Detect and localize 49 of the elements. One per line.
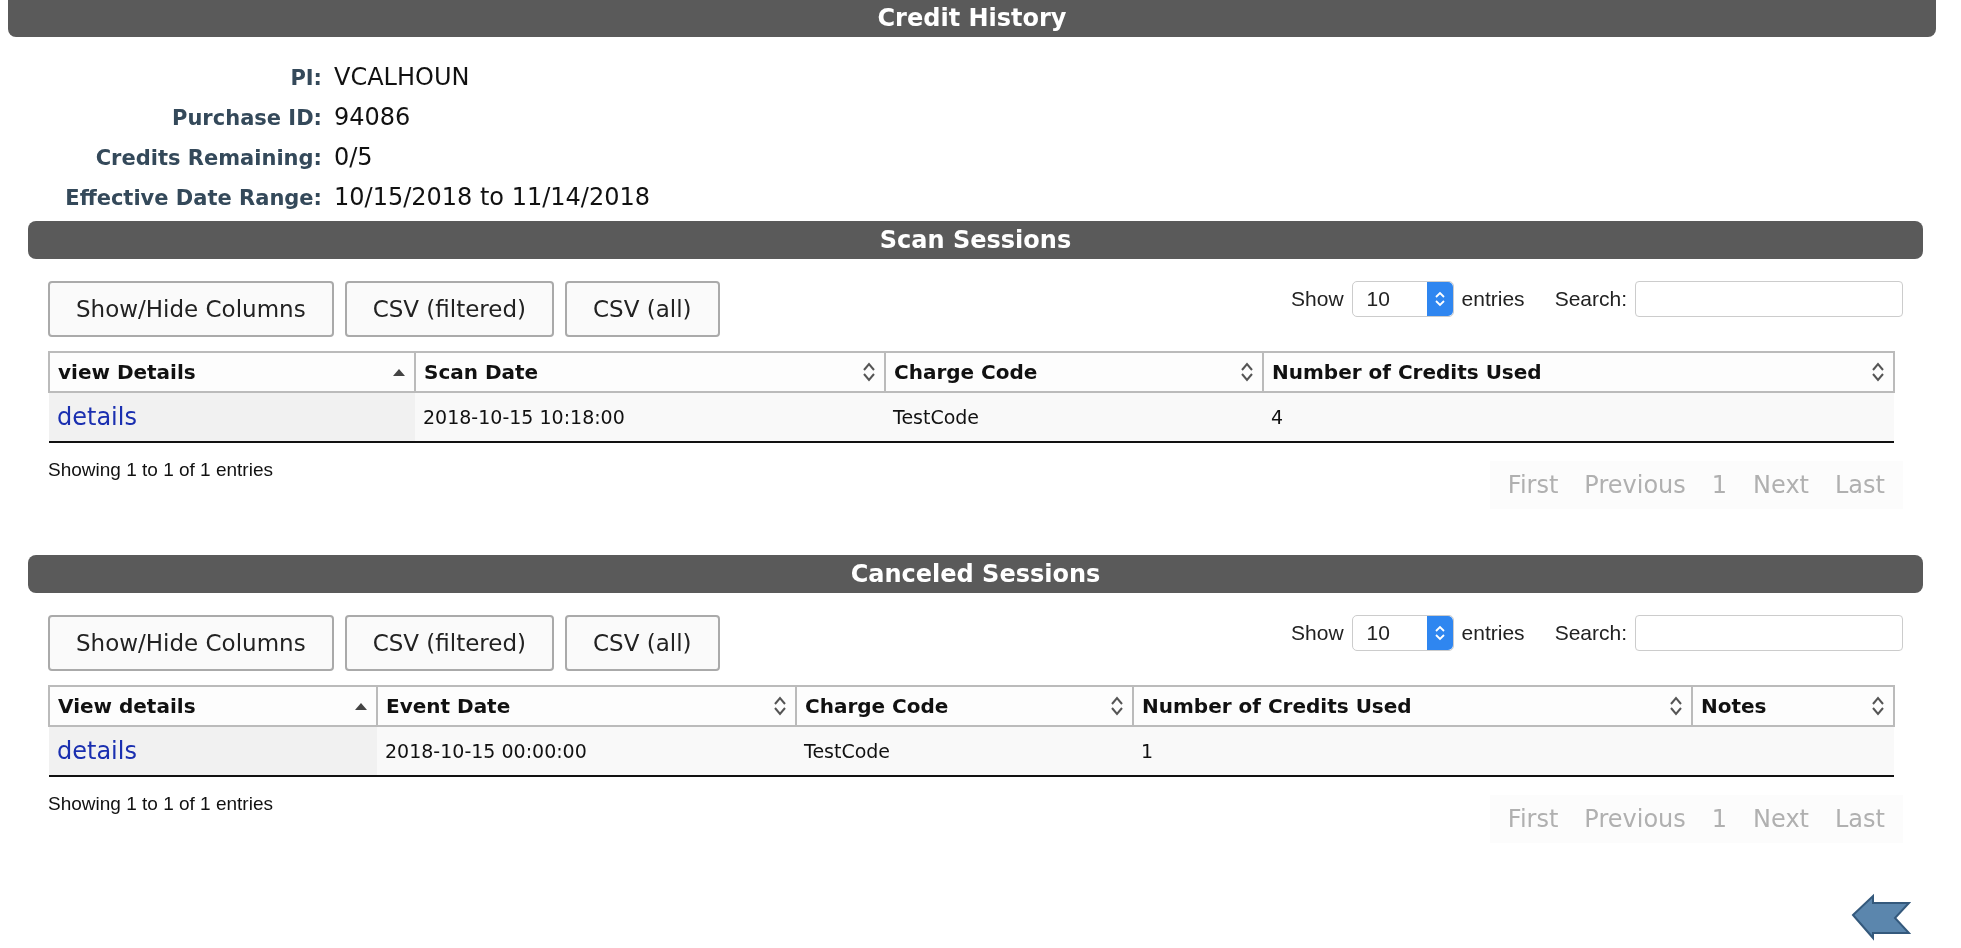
toolbar-button[interactable]: Show/Hide Columns [48,281,334,337]
field-label: Credits Remaining: [94,146,322,170]
table-cell: 1 [1133,726,1692,776]
toolbar-button[interactable]: CSV (filtered) [344,615,555,671]
section-title-bar: Canceled Sessions [28,555,1923,593]
entries-info: Showing 1 to 1 of 1 entries [48,459,273,481]
field-value: 0/5 [334,143,374,171]
toolbar-button[interactable]: CSV (all) [565,615,720,671]
stepper-icon [1426,282,1453,316]
field-value: 94086 [334,103,412,131]
details-link[interactable]: details [57,403,137,431]
column-header[interactable]: Charge Code [885,352,1263,392]
section-title-bar: Scan Sessions [28,221,1923,259]
field-label: Purchase ID: [171,106,322,130]
column-header[interactable]: Number of Credits Used [1133,686,1692,726]
stepper-icon [1426,616,1453,650]
column-header[interactable]: Charge Code [796,686,1133,726]
table-cell: 4 [1263,392,1894,442]
show-label: Show [1291,621,1344,645]
entries-select[interactable]: 10 [1351,615,1454,651]
field-value: 10/15/2018 to 11/14/2018 [334,183,651,211]
page-title-bar: Credit History [8,0,1936,37]
column-header[interactable]: Number of Credits Used [1263,352,1894,392]
field-label: PI: [289,66,322,90]
details-link[interactable]: details [57,737,137,765]
show-label: Show [1291,287,1344,311]
column-header[interactable]: Notes [1692,686,1894,726]
column-header[interactable]: Event Date [377,686,796,726]
toolbar-button[interactable]: Show/Hide Columns [48,615,334,671]
entries-label: entries [1461,621,1525,645]
search-field[interactable] [1635,615,1903,651]
table-cell: 2018-10-15 10:18:00 [415,392,885,442]
toolbar-button[interactable]: CSV (all) [565,281,720,337]
table-cell: TestCode [796,726,1133,776]
search-field[interactable] [1635,281,1903,317]
field-label: Effective Date Range: [64,186,322,210]
entries-select[interactable]: 10 [1351,281,1454,317]
column-header[interactable]: Scan Date [415,352,885,392]
back-arrow-icon[interactable] [1851,893,1911,943]
entries-info: Showing 1 to 1 of 1 entries [48,793,273,815]
column-header[interactable]: View details [49,686,377,726]
search-label: Search: [1554,287,1627,311]
search-label: Search: [1554,621,1627,645]
field-value: VCALHOUN [334,63,471,91]
column-header[interactable]: view Details [49,352,415,392]
table-cell: TestCode [885,392,1263,442]
toolbar-button[interactable]: CSV (filtered) [344,281,555,337]
entries-label: entries [1461,287,1525,311]
table-cell: 2018-10-15 00:00:00 [377,726,796,776]
